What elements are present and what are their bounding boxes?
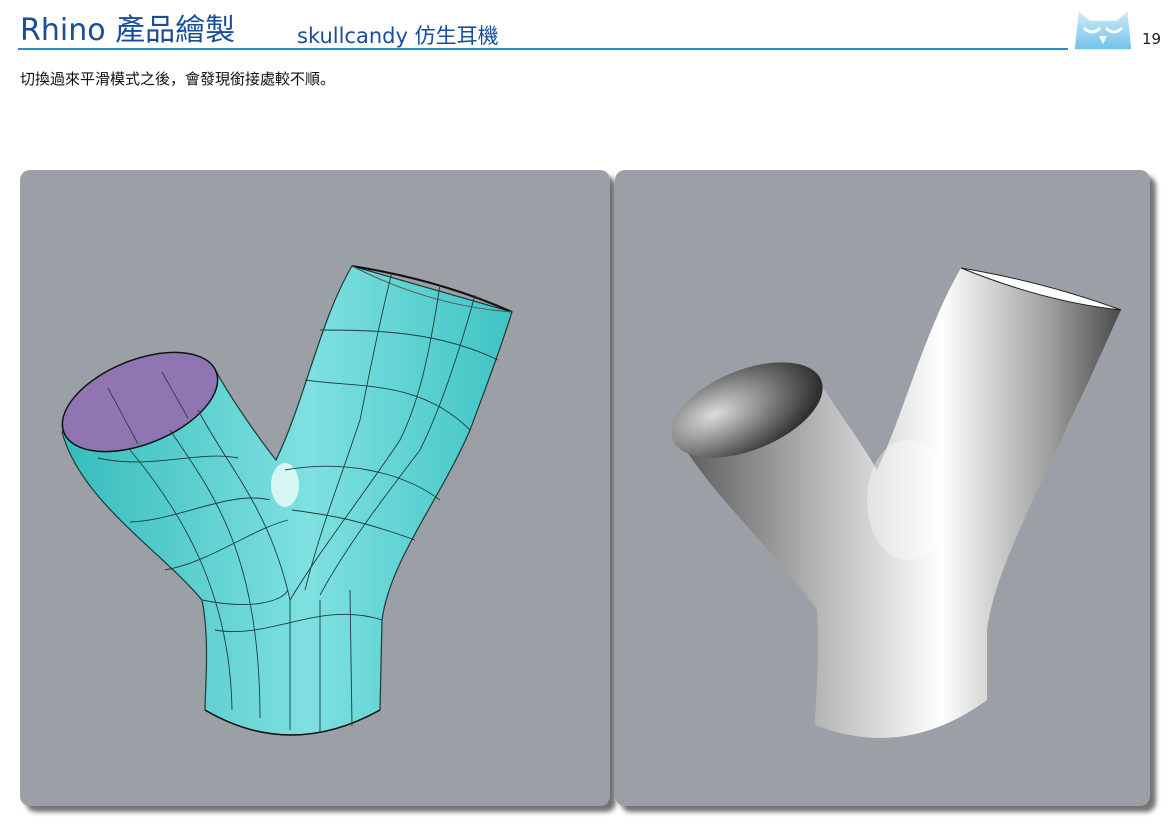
page-title: Rhino 產品繪製 bbox=[20, 13, 236, 48]
body-caption: 切換過來平滑模式之後，會發現銜接處較不順。 bbox=[20, 70, 336, 88]
header-divider bbox=[18, 48, 1068, 50]
shaded-viewport bbox=[615, 170, 1150, 806]
shaded-y-pipe-icon bbox=[671, 267, 1122, 738]
page-subtitle: skullcandy 仿生耳機 bbox=[297, 24, 499, 48]
owl-logo-icon bbox=[1068, 2, 1138, 52]
wireframe-y-pipe-icon bbox=[61, 265, 513, 736]
page-header: Rhino 產品繪製 skullcandy 仿生耳機 19 bbox=[0, 0, 1170, 56]
wireframe-viewport bbox=[20, 170, 610, 806]
page-number: 19 bbox=[1142, 30, 1162, 48]
